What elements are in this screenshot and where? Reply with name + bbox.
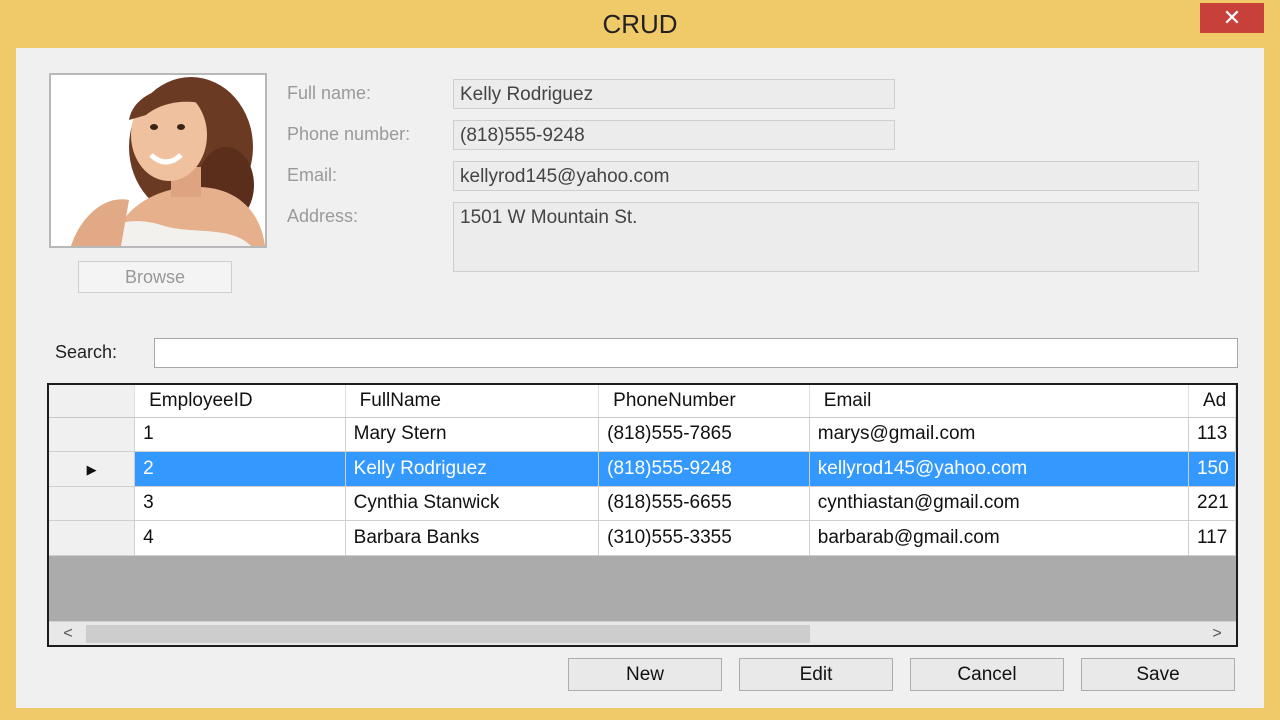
cell-fullname[interactable]: Cynthia Stanwick <box>345 486 600 521</box>
current-row-arrow-icon: ▶ <box>86 461 97 477</box>
cell-employeeid[interactable]: 4 <box>134 520 346 556</box>
row-header[interactable] <box>49 417 136 452</box>
full-name-field[interactable]: Kelly Rodriguez <box>453 79 895 109</box>
window-title: CRUD <box>602 9 678 39</box>
new-button[interactable]: New <box>568 658 722 691</box>
scroll-left-icon[interactable]: < <box>53 622 83 645</box>
full-name-label: Full name: <box>287 83 372 103</box>
table-header-row: EmployeeID FullName PhoneNumber Email Ad <box>49 385 1236 418</box>
search-label: Search: <box>55 342 118 362</box>
employee-photo <box>49 73 267 248</box>
row-header[interactable]: ▶ <box>49 451 136 487</box>
close-button[interactable]: ✕ <box>1200 3 1264 33</box>
scrollbar-thumb[interactable] <box>86 625 810 643</box>
edit-button[interactable]: Edit <box>739 658 893 691</box>
browse-button[interactable]: Browse <box>78 261 232 293</box>
cell-phonenumber[interactable]: (818)555-7865 <box>598 417 810 452</box>
scroll-right-icon[interactable]: > <box>1202 622 1232 645</box>
employee-grid[interactable]: EmployeeID FullName PhoneNumber Email Ad… <box>47 383 1238 647</box>
cell-fullname[interactable]: Kelly Rodriguez <box>345 451 600 487</box>
cell-email[interactable]: cynthiastan@gmail.com <box>809 486 1189 521</box>
phone-number-label: Phone number: <box>287 124 411 144</box>
cell-address[interactable]: 117 <box>1188 520 1236 556</box>
employee-table: EmployeeID FullName PhoneNumber Email Ad… <box>49 385 1236 556</box>
horizontal-scrollbar[interactable]: < > <box>49 621 1236 645</box>
table-row[interactable]: 1 Mary Stern (818)555-7865 marys@gmail.c… <box>49 417 1236 452</box>
cell-email[interactable]: barbarab@gmail.com <box>809 520 1189 556</box>
cell-employeeid[interactable]: 3 <box>134 486 346 521</box>
row-header[interactable] <box>49 520 136 556</box>
cell-employeeid[interactable]: 1 <box>134 417 346 452</box>
cell-address[interactable]: 150 <box>1188 451 1236 487</box>
cell-employeeid[interactable]: 2 <box>134 451 346 487</box>
save-button[interactable]: Save <box>1081 658 1235 691</box>
email-label: Email: <box>287 165 338 185</box>
client-area: Browse Full name: Kelly Rodriguez Phone … <box>16 48 1264 708</box>
column-header-employeeid[interactable]: EmployeeID <box>134 385 346 418</box>
table-row[interactable]: 3 Cynthia Stanwick (818)555-6655 cynthia… <box>49 486 1236 521</box>
cell-email[interactable]: marys@gmail.com <box>809 417 1189 452</box>
row-header[interactable] <box>49 486 136 521</box>
cell-phonenumber[interactable]: (818)555-6655 <box>598 486 810 521</box>
column-header-address[interactable]: Ad <box>1188 385 1236 418</box>
cell-phonenumber[interactable]: (310)555-3355 <box>598 520 810 556</box>
column-header-email[interactable]: Email <box>809 385 1189 418</box>
cell-fullname[interactable]: Mary Stern <box>345 417 600 452</box>
cell-email[interactable]: kellyrod145@yahoo.com <box>809 451 1189 487</box>
column-header-fullname[interactable]: FullName <box>345 385 600 418</box>
row-header-corner <box>49 385 136 418</box>
cell-address[interactable]: 113 <box>1188 417 1236 452</box>
address-label: Address: <box>287 206 359 226</box>
column-header-phonenumber[interactable]: PhoneNumber <box>598 385 810 418</box>
table-row[interactable]: 4 Barbara Banks (310)555-3355 barbarab@g… <box>49 520 1236 556</box>
cell-fullname[interactable]: Barbara Banks <box>345 520 600 556</box>
phone-number-field[interactable]: (818)555-9248 <box>453 120 895 150</box>
search-input[interactable] <box>154 338 1238 368</box>
app-window: CRUD ✕ Browse Full name: Kelly Rodriguez… <box>0 0 1280 720</box>
address-field[interactable]: 1501 W Mountain St. <box>453 202 1199 272</box>
cancel-button[interactable]: Cancel <box>910 658 1064 691</box>
person-photo-icon <box>51 75 265 246</box>
email-field[interactable]: kellyrod145@yahoo.com <box>453 161 1199 191</box>
cell-phonenumber[interactable]: (818)555-9248 <box>598 451 810 487</box>
cell-address[interactable]: 221 <box>1188 486 1236 521</box>
table-row-selected[interactable]: ▶ 2 Kelly Rodriguez (818)555-9248 kellyr… <box>49 451 1236 487</box>
